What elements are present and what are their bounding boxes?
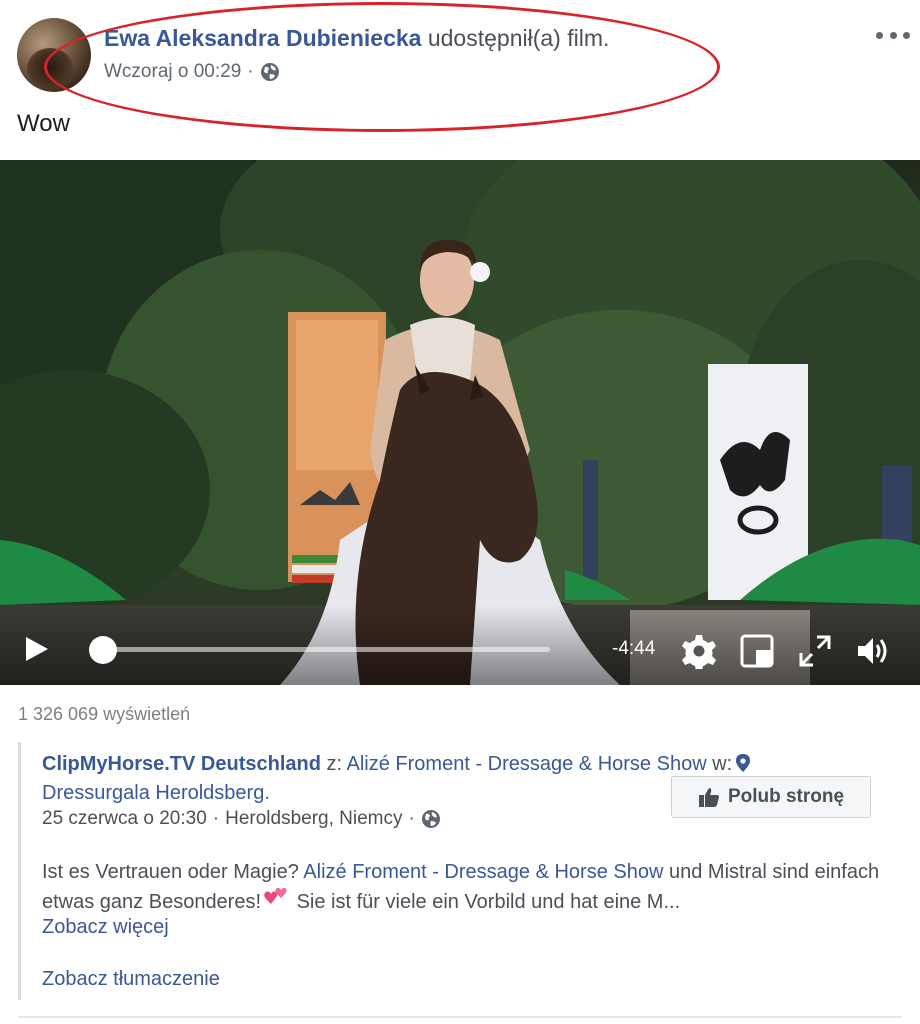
play-icon[interactable] [24, 635, 50, 663]
meta-separator: · [247, 61, 254, 82]
shared-post-card: ClipMyHorse.TV Deutschland z: Alizé From… [18, 742, 898, 1000]
settings-icon[interactable] [681, 633, 717, 669]
shared-post-description: Ist es Vertrauen oder Magie? Alizé Frome… [42, 858, 892, 916]
author-line: Ewa Aleksandra Dubieniecka udostępnił(a)… [104, 25, 609, 52]
author-avatar[interactable] [17, 18, 91, 92]
dot-icon [889, 31, 897, 39]
video-player[interactable]: -4:44 [0, 160, 920, 685]
meta-separator: · [212, 808, 220, 829]
progress-handle[interactable] [89, 636, 117, 664]
location-pin-icon [736, 754, 751, 772]
globe-icon[interactable] [421, 809, 441, 829]
post-timestamp[interactable]: Wczoraj o 00:29 [104, 61, 241, 83]
picture-in-picture-icon[interactable] [739, 633, 775, 669]
share-action-text: udostępnił(a) film. [427, 25, 610, 51]
video-controls: -4:44 [0, 605, 920, 685]
see-translation-link[interactable]: Zobacz tłumaczenie [42, 968, 220, 991]
tagged-page-link[interactable]: Alizé Froment - Dressage & Horse Show [347, 753, 707, 775]
with-label: z: [326, 753, 343, 775]
more-options-button[interactable] [876, 22, 910, 48]
view-count: 1 326 069 wyświetleń [18, 704, 191, 724]
desc-page-link[interactable]: Alizé Froment - Dressage & Horse Show [303, 861, 663, 883]
time-remaining: -4:44 [612, 638, 656, 659]
volume-icon[interactable] [855, 633, 891, 669]
fullscreen-icon[interactable] [797, 633, 833, 669]
shared-post-place[interactable]: Heroldsberg, Niemcy [225, 808, 402, 830]
see-more-link[interactable]: Zobacz więcej [42, 916, 169, 939]
post-meta: Wczoraj o 00:29 · [104, 61, 280, 83]
desc-text-1: Ist es Vertrauen oder Magie? [42, 861, 299, 883]
globe-icon[interactable] [260, 62, 280, 82]
progress-bar[interactable] [104, 647, 550, 652]
shared-post-meta: 25 czerwca o 20:30 · Heroldsberg, Niemcy… [42, 808, 441, 830]
shared-post-date[interactable]: 25 czerwca o 20:30 [42, 808, 207, 830]
location-link[interactable]: Dressurgala Heroldsberg [42, 782, 264, 804]
location-suffix: . [264, 782, 270, 804]
at-label: w: [712, 753, 733, 775]
divider [18, 1016, 902, 1018]
source-page-link[interactable]: ClipMyHorse.TV Deutschland [42, 753, 321, 775]
dot-icon [903, 31, 910, 39]
thumbs-up-icon [698, 788, 719, 807]
like-page-label: Polub stronę [727, 786, 845, 807]
post-text: Wow [17, 110, 70, 137]
author-name-link[interactable]: Ewa Aleksandra Dubieniecka [104, 25, 421, 51]
two-hearts-icon [264, 887, 287, 904]
dot-icon [876, 31, 883, 39]
post-header: Ewa Aleksandra Dubieniecka udostępnił(a)… [0, 0, 920, 150]
meta-separator: · [408, 808, 415, 829]
desc-text-3: Sie ist für viele ein Vorbild und hat ei… [296, 891, 681, 913]
like-page-button[interactable]: Polub stronę [671, 776, 871, 818]
